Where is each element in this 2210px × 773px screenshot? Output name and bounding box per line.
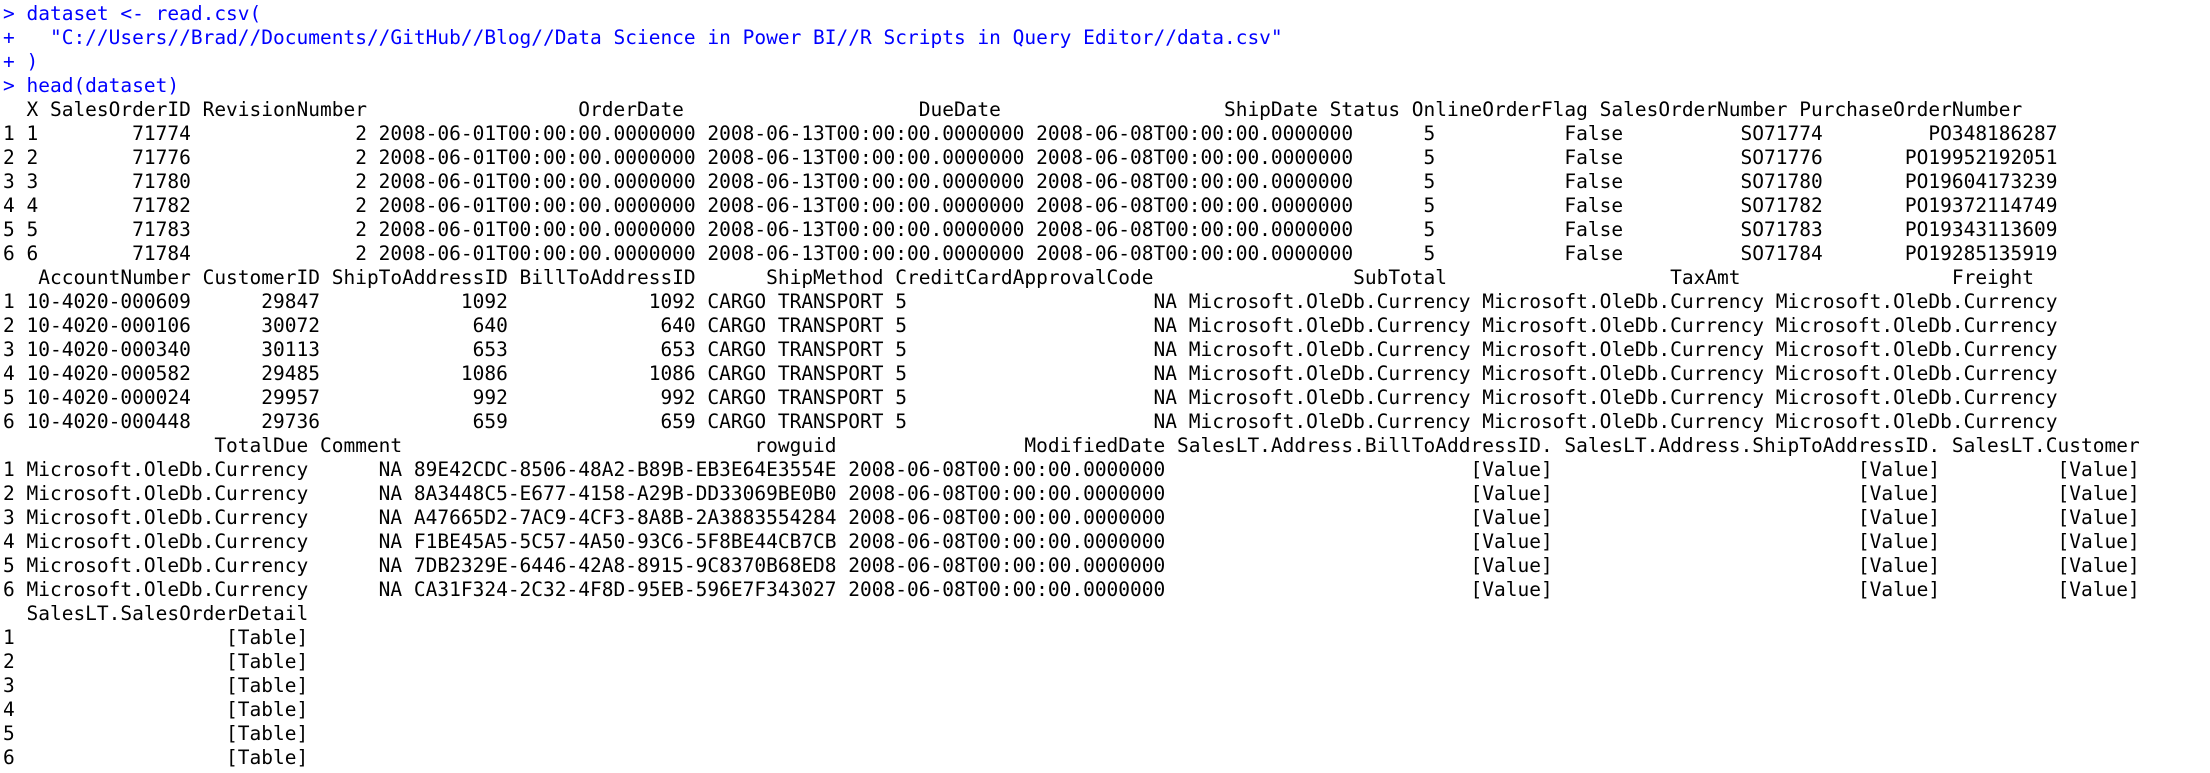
console-input-line: + "C://Users//Brad//Documents//GitHub//B… — [3, 26, 1283, 49]
console-output-line: 5 Microsoft.OleDb.Currency NA 7DB2329E-6… — [3, 554, 2140, 577]
console-input-line: > dataset <- read.csv( — [3, 2, 262, 25]
console-output-line: 2 10-4020-000106 30072 640 640 CARGO TRA… — [3, 314, 2058, 337]
console-input-line: > head(dataset) — [3, 74, 180, 97]
console-output-line: 6 [Table] — [3, 746, 309, 769]
console-output-line: SalesLT.SalesOrderDetail — [3, 602, 309, 625]
console-output-line: X SalesOrderID RevisionNumber OrderDate … — [3, 98, 2023, 121]
console-output-line: TotalDue Comment rowguid ModifiedDate Sa… — [3, 434, 2140, 457]
console-output-line: 1 [Table] — [3, 626, 309, 649]
console-output-line: 3 3 71780 2 2008-06-01T00:00:00.0000000 … — [3, 170, 2058, 193]
console-output-line: 4 [Table] — [3, 698, 309, 721]
console-output-line: 2 [Table] — [3, 650, 309, 673]
console-output-line: 3 Microsoft.OleDb.Currency NA A47665D2-7… — [3, 506, 2140, 529]
console-output-line: 6 10-4020-000448 29736 659 659 CARGO TRA… — [3, 410, 2058, 433]
console-output-line: 5 [Table] — [3, 722, 309, 745]
console-output-line: 4 Microsoft.OleDb.Currency NA F1BE45A5-5… — [3, 530, 2140, 553]
r-console[interactable]: > dataset <- read.csv(+ "C://Users//Brad… — [0, 0, 2210, 773]
console-output-line: 5 10-4020-000024 29957 992 992 CARGO TRA… — [3, 386, 2058, 409]
console-input-line: + ) — [3, 50, 39, 73]
console-output-line: 5 5 71783 2 2008-06-01T00:00:00.0000000 … — [3, 218, 2058, 241]
console-output-line: 6 6 71784 2 2008-06-01T00:00:00.0000000 … — [3, 242, 2058, 265]
console-output-line: 2 2 71776 2 2008-06-01T00:00:00.0000000 … — [3, 146, 2058, 169]
console-output-line: 1 10-4020-000609 29847 1092 1092 CARGO T… — [3, 290, 2058, 313]
console-output-line: 4 10-4020-000582 29485 1086 1086 CARGO T… — [3, 362, 2058, 385]
console-output-line: 1 1 71774 2 2008-06-01T00:00:00.0000000 … — [3, 122, 2058, 145]
console-output-line: 3 10-4020-000340 30113 653 653 CARGO TRA… — [3, 338, 2058, 361]
console-output-line: 2 Microsoft.OleDb.Currency NA 8A3448C5-E… — [3, 482, 2140, 505]
console-output-line: 3 [Table] — [3, 674, 309, 697]
console-output-line: AccountNumber CustomerID ShipToAddressID… — [3, 266, 2035, 289]
console-output-line: 4 4 71782 2 2008-06-01T00:00:00.0000000 … — [3, 194, 2058, 217]
console-output-line: 6 Microsoft.OleDb.Currency NA CA31F324-2… — [3, 578, 2140, 601]
console-output-line: 1 Microsoft.OleDb.Currency NA 89E42CDC-8… — [3, 458, 2140, 481]
